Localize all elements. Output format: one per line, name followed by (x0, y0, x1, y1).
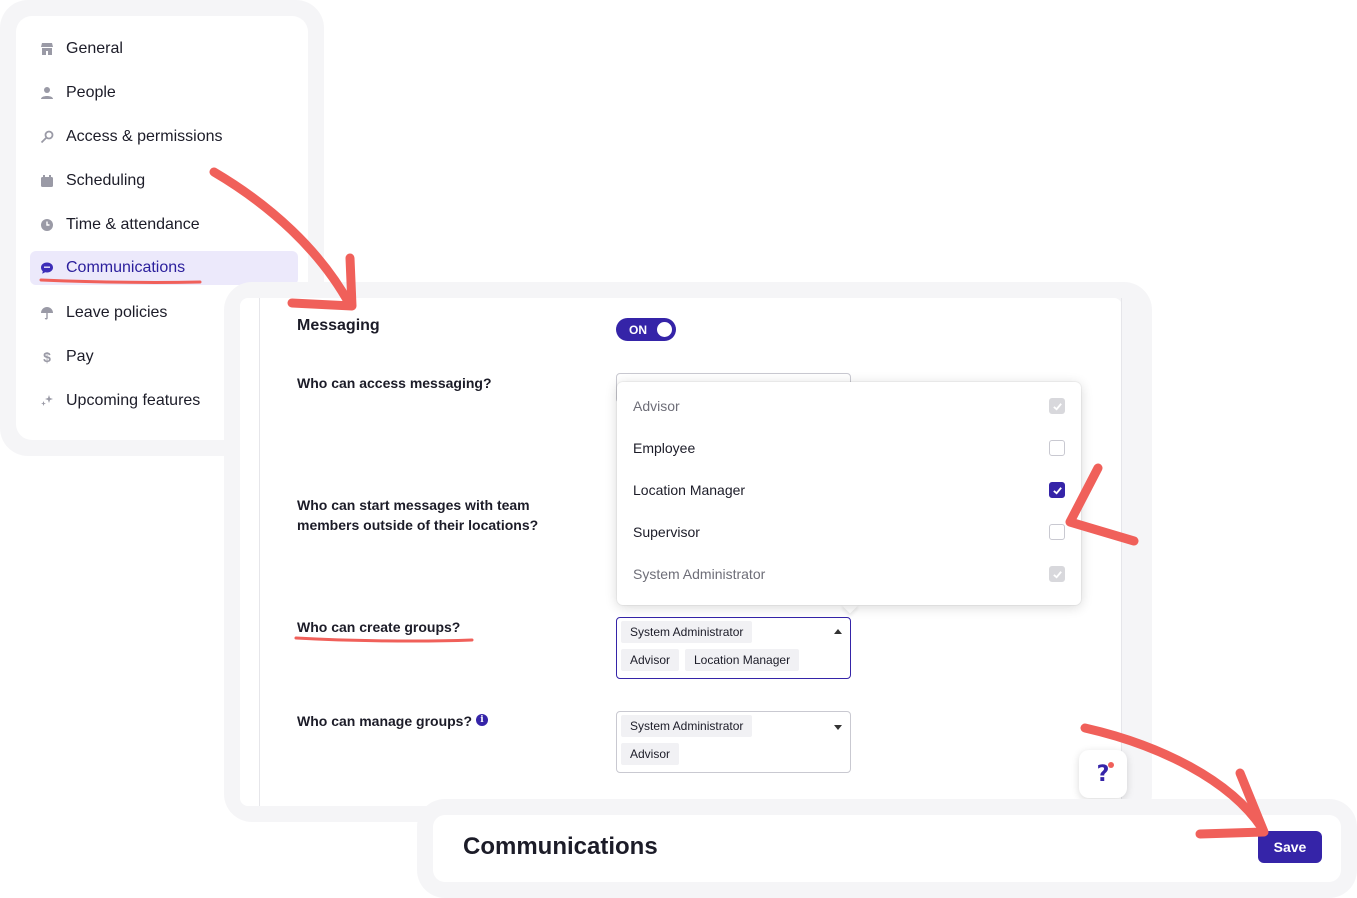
outside-locations-question: Who can start messages with team members… (297, 497, 539, 533)
sidebar-item-label: Time & attendance (66, 216, 200, 233)
option-label: Location Manager (633, 482, 746, 498)
option-label: Supervisor (633, 524, 700, 540)
checkbox[interactable] (1049, 440, 1065, 456)
checkbox-checked-disabled (1049, 566, 1065, 582)
role-chip: Advisor (621, 649, 680, 671)
toggle-label: ON (629, 322, 647, 337)
messaging-toggle[interactable]: ON (616, 318, 676, 341)
sidebar-item-access-permissions[interactable]: Access & permissions (30, 121, 298, 153)
dropdown-option-supervisor[interactable]: Supervisor (633, 521, 1065, 543)
role-chip: Advisor (621, 743, 680, 765)
option-label: Advisor (633, 398, 680, 414)
option-label: System Administrator (633, 566, 766, 582)
sidebar-item-label: Upcoming features (66, 392, 201, 409)
checkbox-checked-disabled (1049, 398, 1065, 414)
sidebar-item-time-attendance[interactable]: Time & attendance (30, 209, 298, 241)
umbrella-icon (40, 306, 54, 320)
messaging-section-title: Messaging (297, 317, 380, 334)
sidebar-item-communications[interactable]: Communications (30, 251, 298, 285)
dropdown-option-advisor: Advisor (633, 395, 1065, 417)
create-groups-question: Who can create groups? (297, 619, 461, 635)
manage-groups-question: Who can manage groups? (297, 713, 473, 729)
panel-divider (1121, 298, 1122, 806)
page-title: Communications (463, 833, 658, 860)
chat-icon (40, 261, 54, 275)
key-icon (40, 130, 54, 144)
create-groups-select[interactable]: System Administrator Advisor Location Ma… (616, 617, 851, 679)
sidebar-item-general[interactable]: General (30, 33, 298, 65)
person-icon (40, 86, 54, 100)
sidebar-item-label: Access & permissions (66, 128, 223, 145)
chevron-down-icon[interactable] (834, 725, 842, 730)
manage-groups-select[interactable]: System Administrator Advisor (616, 711, 851, 773)
sparkle-icon (40, 394, 54, 408)
role-chip: System Administrator (621, 715, 753, 737)
info-icon[interactable]: i (476, 714, 488, 726)
toggle-knob (657, 322, 672, 337)
role-chip: System Administrator (621, 621, 753, 643)
calendar-icon (40, 174, 54, 188)
panel-divider (259, 298, 260, 806)
save-button[interactable]: Save (1258, 831, 1322, 863)
role-dropdown-menu: Advisor Employee Location Manager Superv… (617, 382, 1081, 605)
store-icon (40, 42, 54, 56)
caret-up-icon[interactable] (834, 629, 842, 634)
sidebar-item-label: Pay (66, 348, 94, 365)
help-button[interactable]: ? (1079, 750, 1127, 798)
access-messaging-question: Who can access messaging? (297, 375, 492, 391)
dropdown-option-location-manager[interactable]: Location Manager (633, 479, 1065, 501)
sidebar-item-label: Scheduling (66, 172, 146, 189)
dollar-icon: $ (43, 349, 51, 365)
dropdown-option-system-administrator: System Administrator (633, 563, 1065, 585)
clock-icon (40, 218, 54, 232)
dropdown-option-employee[interactable]: Employee (633, 437, 1065, 459)
checkbox-checked[interactable] (1049, 482, 1065, 498)
sidebar-item-label: Communications (66, 259, 186, 276)
sidebar-item-scheduling[interactable]: Scheduling (30, 165, 298, 197)
option-label: Employee (633, 440, 696, 456)
sidebar-item-people[interactable]: People (30, 77, 298, 109)
notification-dot (1108, 762, 1114, 768)
sidebar-item-label: People (66, 84, 116, 101)
sidebar-item-label: General (66, 40, 123, 57)
checkbox[interactable] (1049, 524, 1065, 540)
sidebar-item-label: Leave policies (66, 304, 168, 321)
role-chip: Location Manager (685, 649, 800, 671)
